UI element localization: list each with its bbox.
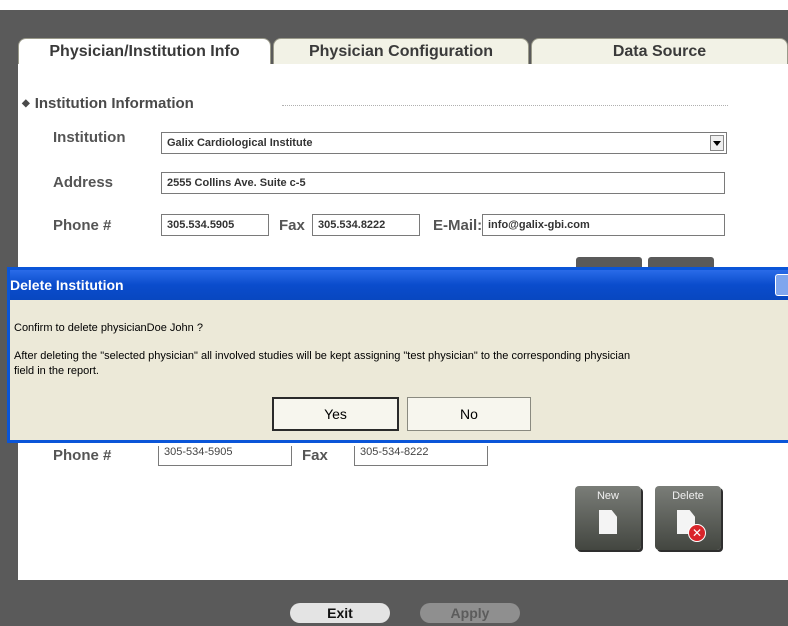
yes-label: Yes bbox=[324, 406, 347, 422]
section-title-text: Institution Information bbox=[34, 95, 194, 112]
new-button[interactable]: New bbox=[575, 486, 641, 550]
section-divider bbox=[282, 105, 728, 106]
physician-phone-label: Phone # bbox=[53, 447, 112, 464]
obscured-button bbox=[576, 257, 642, 267]
phone-field[interactable]: 305.534.5905 bbox=[161, 214, 269, 236]
no-label: No bbox=[460, 406, 478, 422]
close-icon[interactable] bbox=[775, 274, 788, 296]
tab-physician-institution-info[interactable]: Physician/Institution Info bbox=[18, 38, 271, 64]
no-button[interactable]: No bbox=[407, 397, 531, 431]
exit-button[interactable]: Exit bbox=[290, 603, 390, 623]
physician-phone-field[interactable]: 305-534-5905 bbox=[158, 446, 292, 466]
fax-label: Fax bbox=[279, 217, 305, 234]
delete-institution-dialog: Delete Institution Confirm to delete phy… bbox=[7, 267, 788, 443]
physician-fax-field[interactable]: 305-534-8222 bbox=[354, 446, 488, 466]
obscured-button bbox=[648, 257, 714, 267]
dialog-info-line-1: After deleting the "selected physician" … bbox=[14, 350, 631, 362]
address-label: Address bbox=[53, 174, 114, 191]
dialog-info-line-2: field in the report. bbox=[14, 365, 99, 377]
dialog-confirm-text: Confirm to delete physicianDoe John ? bbox=[14, 322, 203, 334]
tab-physician-configuration[interactable]: Physician Configuration bbox=[273, 38, 529, 64]
delete-button-label: Delete bbox=[672, 490, 704, 502]
institution-select[interactable]: Galix Cardiological Institute bbox=[161, 132, 727, 154]
delete-button[interactable]: Delete ✕ bbox=[655, 486, 721, 550]
institution-section-title: ◆ Institution Information bbox=[22, 95, 194, 112]
email-field[interactable]: info@galix-gbi.com bbox=[482, 214, 725, 236]
apply-label: Apply bbox=[450, 605, 490, 621]
bullet-icon: ◆ bbox=[22, 98, 30, 109]
email-label: E-Mail: bbox=[433, 217, 483, 234]
exit-label: Exit bbox=[327, 605, 353, 621]
yes-button[interactable]: Yes bbox=[272, 397, 399, 431]
tab-data-source[interactable]: Data Source bbox=[531, 38, 788, 64]
document-icon bbox=[599, 510, 617, 534]
physician-fax-label: Fax bbox=[302, 447, 328, 464]
fax-field[interactable]: 305.534.8222 bbox=[312, 214, 420, 236]
institution-select-value: Galix Cardiological Institute bbox=[167, 137, 313, 149]
chevron-down-icon[interactable] bbox=[710, 135, 724, 151]
address-field[interactable]: 2555 Collins Ave. Suite c-5 bbox=[161, 172, 725, 194]
window-top-edge bbox=[0, 0, 788, 10]
dialog-title-bar: Delete Institution bbox=[10, 270, 788, 300]
new-button-label: New bbox=[596, 490, 619, 502]
tab-label: Data Source bbox=[612, 42, 707, 60]
institution-label: Institution bbox=[53, 129, 126, 146]
tab-label: Physician/Institution Info bbox=[49, 42, 240, 60]
dialog-title: Delete Institution bbox=[10, 277, 124, 293]
phone-label: Phone # bbox=[53, 217, 112, 234]
apply-button[interactable]: Apply bbox=[420, 603, 520, 623]
delete-x-icon: ✕ bbox=[688, 524, 706, 542]
tab-label: Physician Configuration bbox=[308, 42, 493, 60]
